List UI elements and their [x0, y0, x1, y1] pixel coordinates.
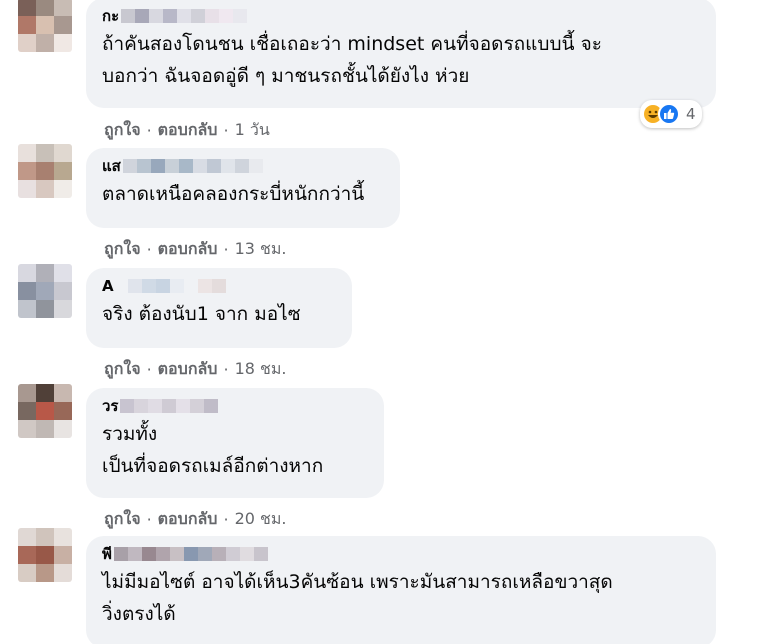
comment-bubble: A จริง ต้องนับ1 จาก มอไซ	[86, 268, 352, 348]
comment-text-line: บอกว่า ฉันจอดอู่ดี ๆ มาชนรถชั้นได้ยังไง …	[102, 65, 470, 87]
reply-link[interactable]: ตอบกลับ	[158, 118, 218, 143]
separator: ·	[146, 360, 152, 379]
reaction-summary[interactable]: 4	[640, 100, 702, 128]
separator: ·	[146, 510, 152, 529]
reaction-count: 4	[686, 105, 696, 123]
comment-bubble: กะ ถ้าคันสองโดนชน เชื่อเถอะว่า mindset ค…	[86, 0, 716, 108]
comment-author[interactable]: กะ	[102, 4, 119, 28]
avatar[interactable]	[18, 384, 72, 438]
blurred-name	[127, 279, 226, 293]
reply-link[interactable]: ตอบกลับ	[158, 507, 218, 532]
comment-text-line: รวมทั้ง	[102, 423, 158, 445]
blurred-name	[122, 159, 263, 173]
blurred-name	[113, 547, 268, 561]
timestamp-link[interactable]: 13 ชม.	[235, 237, 287, 262]
comment-text-line: จริง ต้องนับ1 จาก มอไซ	[102, 303, 301, 325]
blurred-name	[120, 399, 219, 413]
separator: ·	[223, 510, 229, 529]
comment-actions: ถูกใจ · ตอบกลับ · 20 ชม.	[104, 507, 287, 532]
comment-text-line: ถ้าคันสองโดนชน เชื่อเถอะว่า mindset คนที…	[102, 33, 602, 55]
blurred-name	[121, 9, 248, 23]
avatar[interactable]	[18, 144, 72, 198]
timestamp-link[interactable]: 1 วัน	[235, 118, 270, 143]
avatar[interactable]	[18, 528, 72, 582]
like-reaction-icon	[658, 103, 680, 125]
separator: ·	[223, 240, 229, 259]
comment-author[interactable]: แส	[102, 154, 121, 178]
reply-link[interactable]: ตอบกลับ	[158, 357, 218, 382]
reply-link[interactable]: ตอบกลับ	[158, 237, 218, 262]
like-link[interactable]: ถูกใจ	[104, 507, 141, 532]
comment-author[interactable]: พี	[102, 542, 112, 566]
timestamp-link[interactable]: 20 ชม.	[235, 507, 287, 532]
comment-author[interactable]: A	[102, 277, 114, 295]
comment-actions: ถูกใจ · ตอบกลับ · 13 ชม.	[104, 237, 287, 262]
comment-thread: กะ ถ้าคันสองโดนชน เชื่อเถอะว่า mindset ค…	[0, 0, 779, 644]
avatar[interactable]	[18, 264, 72, 318]
timestamp-link[interactable]: 18 ชม.	[235, 357, 287, 382]
like-link[interactable]: ถูกใจ	[104, 118, 141, 143]
comment-text-line: ไม่มีมอไซต์ อาจได้เห็น3คันซ้อน เพราะมันส…	[102, 571, 613, 593]
comment-actions: ถูกใจ · ตอบกลับ · 18 ชม.	[104, 357, 287, 382]
comment-text-line: วิ่งตรงได้	[102, 603, 176, 625]
comment-bubble: พี ไม่มีมอไซต์ อาจได้เห็น3คันซ้อน เพราะม…	[86, 536, 716, 644]
comment-bubble: แส ตลาดเหนือคลองกระบี่หนักกว่านี้	[86, 148, 400, 228]
comment-author[interactable]: วร	[102, 394, 118, 418]
comment-text-line: ตลาดเหนือคลองกระบี่หนักกว่านี้	[102, 183, 365, 205]
comment-actions: ถูกใจ · ตอบกลับ · 1 วัน	[104, 118, 270, 143]
like-link[interactable]: ถูกใจ	[104, 237, 141, 262]
comment-bubble: วร รวมทั้ง เป็นที่จอดรถเมล์อีกต่างหาก	[86, 388, 384, 498]
separator: ·	[223, 121, 229, 140]
like-link[interactable]: ถูกใจ	[104, 357, 141, 382]
comment-text-line: เป็นที่จอดรถเมล์อีกต่างหาก	[102, 455, 324, 477]
separator: ·	[223, 360, 229, 379]
separator: ·	[146, 121, 152, 140]
avatar[interactable]	[18, 0, 72, 52]
separator: ·	[146, 240, 152, 259]
